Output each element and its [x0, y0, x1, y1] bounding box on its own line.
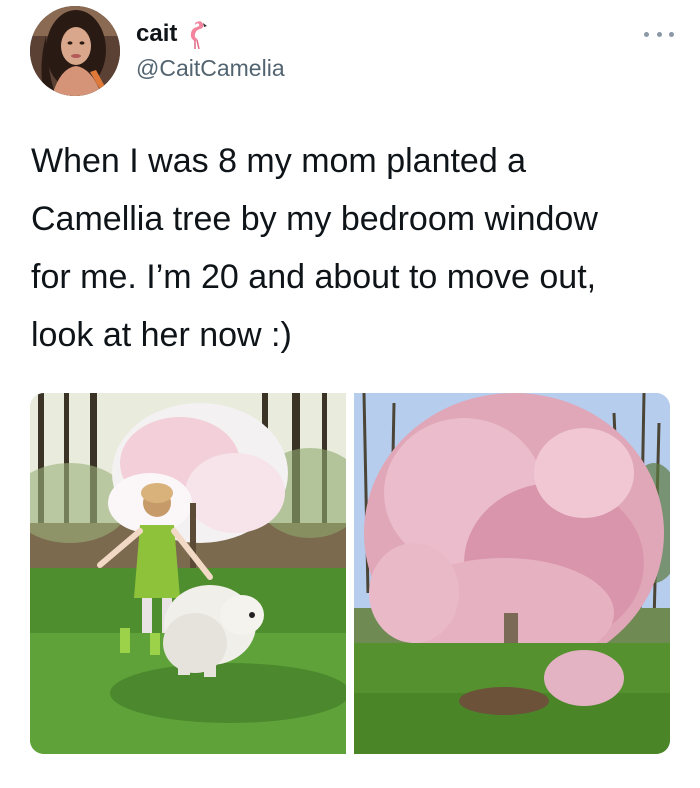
media-photo-2[interactable]	[354, 393, 670, 754]
avatar-image	[30, 6, 120, 96]
media-photo-1[interactable]	[30, 393, 346, 754]
more-options-icon[interactable]	[644, 28, 674, 40]
media-grid	[30, 393, 670, 754]
avatar[interactable]	[30, 6, 120, 96]
tweet-text: When I was 8 my mom planted a Camellia t…	[31, 142, 598, 354]
tweet: cait @CaitCamelia When I was 8 my mom pl…	[0, 0, 700, 788]
author-handle[interactable]: @CaitCamelia	[136, 55, 285, 82]
author-name-row[interactable]: cait	[136, 19, 209, 50]
display-name[interactable]: cait	[136, 20, 177, 48]
flamingo-icon	[183, 19, 209, 50]
